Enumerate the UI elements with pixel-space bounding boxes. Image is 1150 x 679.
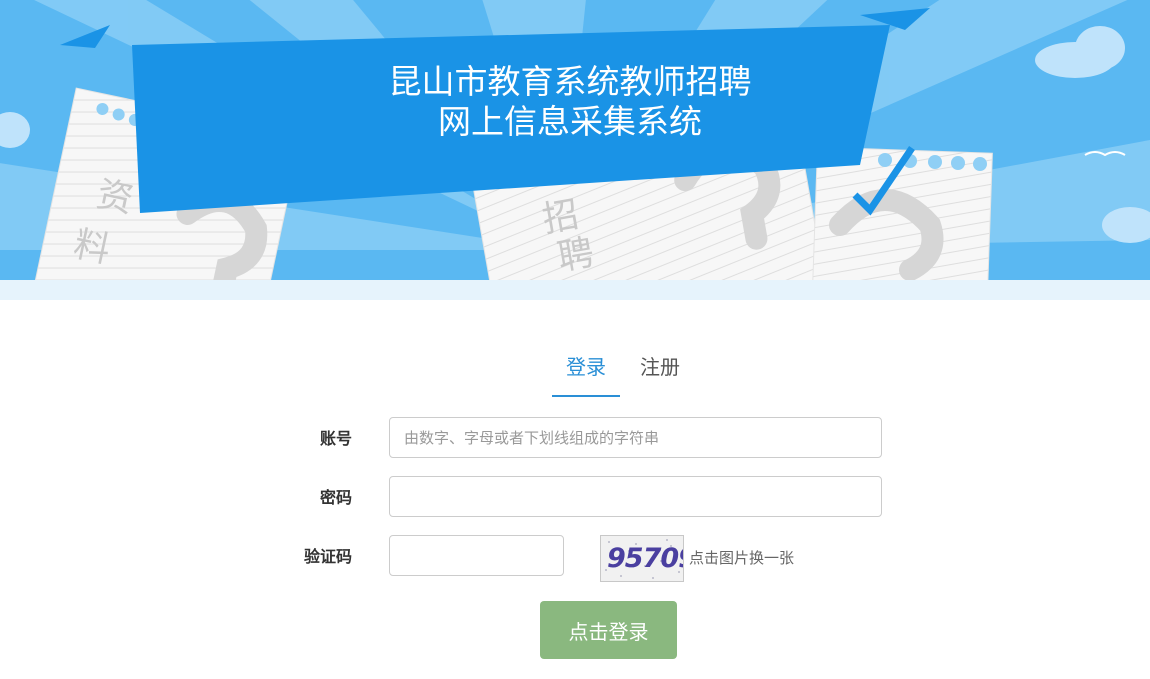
page-title-line1: 昆山市教育系统教师招聘	[388, 62, 752, 101]
captcha-refresh-link[interactable]: 点击图片换一张	[689, 547, 794, 568]
login-button[interactable]: 点击登录	[540, 601, 677, 659]
page-title: 昆山市教育系统教师招聘 网上信息采集系统	[300, 62, 840, 142]
tab-register[interactable]: 注册	[626, 345, 694, 391]
account-label: 账号	[319, 429, 352, 448]
auth-tabs: 登录 注册	[552, 345, 700, 397]
account-row: 账号	[0, 417, 1150, 458]
note-middle-char2: 聘	[554, 232, 597, 279]
captcha-label: 验证码	[303, 547, 352, 566]
page-title-line2: 网上信息采集系统	[438, 102, 702, 141]
account-input[interactable]	[389, 417, 882, 458]
password-label: 密码	[319, 488, 352, 507]
captcha-row: 验证码 95709 点击图片换一张	[0, 535, 1150, 582]
captcha-image[interactable]: 95709	[600, 535, 684, 582]
captcha-input[interactable]	[389, 535, 564, 576]
password-row: 密码	[0, 476, 1150, 517]
captcha-code: 95709	[607, 543, 683, 574]
tab-login[interactable]: 登录	[552, 345, 620, 397]
header-banner: 资 料 招 聘 昆山市教育系统教师招聘 网上信息采集系统	[0, 0, 1150, 300]
password-input[interactable]	[389, 476, 882, 517]
banner-illustration: 资 料 招 聘	[0, 0, 1150, 300]
note-paper-right	[812, 146, 993, 294]
